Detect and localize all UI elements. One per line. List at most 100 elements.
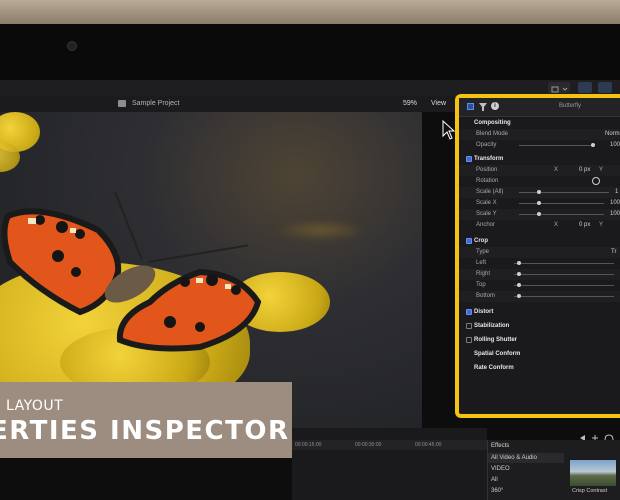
rotation-dial-icon[interactable] bbox=[592, 177, 600, 185]
stabilization-section-header[interactable]: Stabilization bbox=[459, 321, 620, 332]
opacity-label: Opacity bbox=[476, 142, 497, 148]
lower-third-line1: LAYOUT bbox=[6, 398, 64, 414]
effects-category-label: All Video & Audio bbox=[491, 455, 537, 461]
timecode-label: 00:00:30:00 bbox=[355, 442, 382, 448]
stabilization-checkbox[interactable] bbox=[466, 323, 472, 329]
distort-section-header[interactable]: Distort bbox=[459, 307, 620, 318]
crop-bottom-row: Bottom bbox=[459, 291, 620, 302]
inspector-title: Butterfly bbox=[559, 103, 582, 109]
crop-left-slider-knob[interactable] bbox=[517, 261, 521, 265]
rotation-row: Rotation bbox=[459, 176, 620, 187]
crop-bottom-label: Bottom bbox=[476, 293, 496, 299]
distort-label: Distort bbox=[474, 309, 494, 315]
crop-checkbox[interactable] bbox=[466, 238, 472, 244]
anchor-label: Anchor bbox=[476, 222, 496, 228]
effects-category-item[interactable]: All bbox=[491, 477, 498, 483]
rate-conform-label: Rate Conform bbox=[474, 365, 514, 371]
filter-inspector-tab-icon[interactable] bbox=[479, 103, 487, 111]
anchor-x-value[interactable]: 0 px bbox=[579, 222, 590, 228]
opacity-row: Opacity 100 bbox=[459, 140, 620, 151]
effects-category-item[interactable]: All Video & Audio bbox=[488, 453, 564, 463]
rolling-shutter-checkbox[interactable] bbox=[466, 337, 472, 343]
effect-thumbnail-label: Crisp Contrast bbox=[572, 488, 608, 494]
effect-thumbnail[interactable] bbox=[570, 460, 616, 486]
info-inspector-tab-icon[interactable]: i bbox=[491, 102, 499, 110]
timecode-label: 00:00:15:00 bbox=[295, 442, 322, 448]
spatial-conform-label: Spatial Conform bbox=[474, 351, 521, 357]
transform-section-header[interactable]: Transform bbox=[459, 154, 620, 165]
crop-left-slider[interactable] bbox=[514, 263, 614, 264]
scale-x-slider[interactable] bbox=[519, 203, 604, 204]
scale-y-value[interactable]: 100 bbox=[610, 211, 620, 217]
butterfly-image bbox=[1, 191, 262, 352]
crop-bottom-slider[interactable] bbox=[514, 296, 614, 297]
crop-top-slider-knob[interactable] bbox=[517, 283, 521, 287]
inspector-header: i Butterfly bbox=[459, 98, 620, 117]
monitor-bezel bbox=[0, 24, 620, 80]
lower-third-line2: ERTIES INSPECTOR bbox=[0, 416, 290, 446]
view-menu[interactable]: View bbox=[431, 100, 446, 107]
scale-y-label: Scale Y bbox=[476, 211, 497, 217]
crop-top-label: Top bbox=[476, 282, 486, 288]
crop-right-slider[interactable] bbox=[514, 274, 614, 275]
project-icon bbox=[118, 100, 126, 107]
timecode-label: 00:00:45:00 bbox=[415, 442, 442, 448]
rolling-shutter-section-header[interactable]: Rolling Shutter bbox=[459, 335, 620, 346]
scale-y-row: Scale Y 100 bbox=[459, 209, 620, 220]
opacity-value[interactable]: 100 bbox=[610, 142, 620, 148]
background-blur bbox=[280, 222, 360, 238]
scale-x-slider-knob[interactable] bbox=[537, 201, 541, 205]
position-x-label: X bbox=[554, 167, 559, 173]
rate-conform-section-header[interactable]: Rate Conform bbox=[459, 363, 620, 374]
distort-checkbox[interactable] bbox=[466, 309, 472, 315]
crop-right-slider-knob[interactable] bbox=[517, 272, 521, 276]
spatial-conform-section-header[interactable]: Spatial Conform bbox=[459, 349, 620, 360]
viewer-header: Sample Project 59% View bbox=[0, 96, 455, 112]
layout-grid-icon[interactable] bbox=[578, 82, 592, 93]
scale-all-slider-knob[interactable] bbox=[537, 190, 541, 194]
video-inspector-tab-icon[interactable] bbox=[467, 103, 474, 110]
blend-mode-value[interactable]: Norm bbox=[605, 131, 620, 137]
lower-third-title: LAYOUT ERTIES INSPECTOR bbox=[0, 382, 292, 458]
timeline[interactable] bbox=[292, 428, 487, 500]
project-name: Sample Project bbox=[132, 100, 180, 107]
position-label: Position bbox=[476, 167, 498, 173]
butterfly-antenna bbox=[114, 191, 143, 261]
crop-label: Crop bbox=[474, 238, 488, 244]
position-x-value[interactable]: 0 px bbox=[579, 167, 590, 173]
scale-all-slider[interactable] bbox=[519, 192, 609, 193]
opacity-slider[interactable] bbox=[519, 145, 594, 146]
crop-bottom-slider-knob[interactable] bbox=[517, 294, 521, 298]
transform-checkbox[interactable] bbox=[466, 156, 472, 162]
crop-right-label: Right bbox=[476, 271, 491, 277]
position-row: Position X 0 px Y bbox=[459, 165, 620, 176]
opacity-slider-knob[interactable] bbox=[591, 143, 595, 147]
layout-panels-icon[interactable] bbox=[598, 82, 612, 93]
timeline-ruler[interactable]: 00:00:15:00 00:00:30:00 00:00:45:00 bbox=[292, 440, 487, 450]
crop-top-slider[interactable] bbox=[514, 285, 614, 286]
effects-browser: Effects All Video & Audio VIDEO All 360°… bbox=[487, 440, 620, 500]
crop-type-value[interactable]: Tr bbox=[611, 249, 616, 255]
mouse-cursor-icon bbox=[442, 120, 456, 140]
rolling-shutter-label: Rolling Shutter bbox=[474, 337, 517, 343]
stabilization-label: Stabilization bbox=[474, 323, 510, 329]
webcam-icon bbox=[68, 42, 76, 50]
compositing-section-header[interactable]: Compositing bbox=[459, 118, 620, 129]
effects-category-item[interactable]: VIDEO bbox=[491, 466, 510, 472]
keyword-menu-icon[interactable] bbox=[548, 82, 570, 93]
scale-all-value[interactable]: 1 bbox=[615, 189, 618, 195]
scale-y-slider-knob[interactable] bbox=[537, 212, 541, 216]
crop-type-label: Type bbox=[476, 249, 490, 255]
effects-title: Effects bbox=[491, 443, 510, 449]
position-y-label: Y bbox=[599, 167, 604, 173]
butterfly-left-wing bbox=[1, 208, 122, 316]
rotation-label: Rotation bbox=[476, 178, 499, 184]
scale-x-value[interactable]: 100 bbox=[610, 200, 620, 206]
anchor-row: Anchor X 0 px Y bbox=[459, 220, 620, 231]
blend-mode-label: Blend Mode bbox=[476, 131, 509, 137]
crop-section-header[interactable]: Crop bbox=[459, 236, 620, 247]
scale-y-slider[interactable] bbox=[519, 214, 604, 215]
effects-category-item[interactable]: 360° bbox=[491, 488, 503, 494]
anchor-x-label: X bbox=[554, 222, 559, 228]
zoom-menu[interactable]: 59% bbox=[403, 100, 417, 107]
